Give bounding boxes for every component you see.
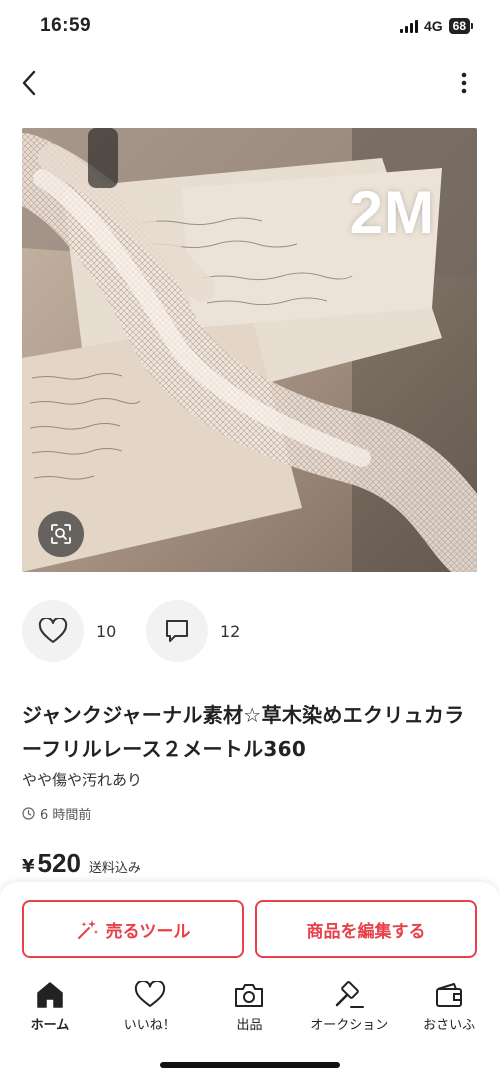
home-indicator xyxy=(160,1062,340,1068)
clock-icon xyxy=(22,807,35,820)
tab-likes[interactable]: いいね！ xyxy=(100,980,200,1040)
home-icon xyxy=(37,982,63,1008)
comment-count: 12 xyxy=(220,621,241,641)
zoom-button[interactable] xyxy=(38,511,84,557)
wallet-icon xyxy=(436,983,463,1007)
tab-sell-label: 出品 xyxy=(236,1018,263,1033)
tab-home-label: ホーム xyxy=(30,1018,70,1033)
edit-item-label: 商品を編集する xyxy=(306,921,426,942)
tab-likes-label: いいね！ xyxy=(123,1018,176,1033)
status-bar: 16:59 4G 68 xyxy=(0,0,499,58)
edit-item-button[interactable]: 商品を編集する xyxy=(255,900,477,958)
chevron-left-icon xyxy=(22,70,36,96)
tab-home[interactable]: ホーム xyxy=(0,980,100,1040)
product-image[interactable]: 2M xyxy=(22,128,477,572)
signal-icon xyxy=(399,19,418,33)
posted-time: 6 時間前 xyxy=(22,804,91,823)
product-condition: やや傷や汚れあり xyxy=(22,771,143,789)
status-indicators: 4G 68 xyxy=(399,18,473,34)
battery-icon: 68 xyxy=(448,18,473,34)
network-label: 4G xyxy=(423,18,443,34)
posted-time-label: 6 時間前 xyxy=(40,808,92,823)
comment-button[interactable] xyxy=(146,600,208,662)
status-time: 16:59 xyxy=(40,15,92,36)
battery-level: 68 xyxy=(448,18,470,34)
tab-auction[interactable]: オークション xyxy=(299,980,399,1040)
tab-wallet-label: おさいふ xyxy=(423,1018,476,1033)
sparkle-wand-icon xyxy=(77,920,98,939)
like-button[interactable] xyxy=(22,600,84,662)
heart-icon xyxy=(134,981,165,1007)
camera-icon xyxy=(235,984,264,1007)
tab-wallet[interactable]: おさいふ xyxy=(399,980,499,1040)
comment-icon xyxy=(166,620,188,642)
shipping-note: 送料込み xyxy=(88,861,141,876)
price-value: 520 xyxy=(37,848,81,878)
image-overlay-label: 2M xyxy=(349,179,435,246)
nav-bar xyxy=(0,58,499,108)
heart-icon xyxy=(38,618,68,643)
tab-bar: ホーム いいね！ 出品 オークション おさいふ xyxy=(0,980,499,1040)
sell-tool-label: 売るツール xyxy=(105,921,191,942)
more-menu-button[interactable] xyxy=(449,68,479,98)
reactions-row: 10 12 xyxy=(22,600,270,662)
price-currency: ¥ xyxy=(22,856,35,877)
auction-hammer-icon xyxy=(336,981,365,1008)
like-count: 10 xyxy=(96,621,117,641)
tab-auction-label: オークション xyxy=(310,1018,389,1033)
tab-sell[interactable]: 出品 xyxy=(200,980,300,1040)
sell-tool-button[interactable]: 売るツール xyxy=(22,900,244,958)
price: ¥ 520 送料込み xyxy=(22,848,141,879)
zoom-scan-icon xyxy=(51,524,71,544)
more-vertical-icon xyxy=(461,72,467,94)
back-button[interactable] xyxy=(14,68,44,98)
product-title: ジャンクジャーナル素材☆草木染めエクリュカラーフリルレース２メートル360 xyxy=(22,703,465,761)
